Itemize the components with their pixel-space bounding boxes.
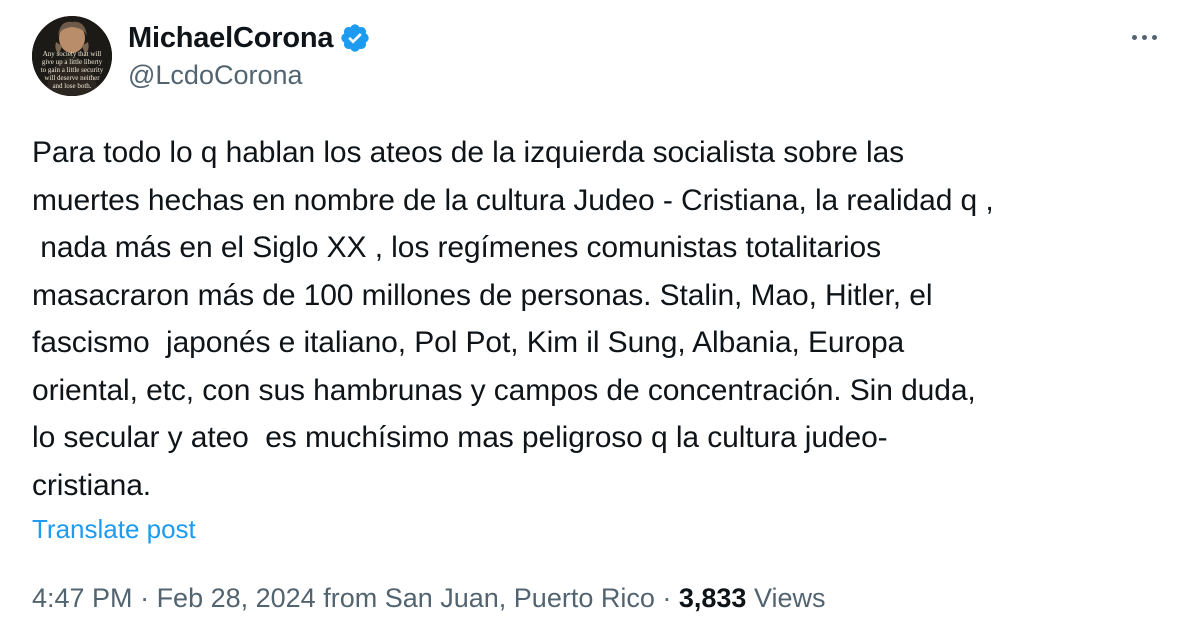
tweet-meta: 4:47 PM · Feb 28, 2024 from San Juan, Pu… [32,583,826,614]
meta-separator: · [132,583,157,613]
tweet-text-line: nada más en el Siglo XX , los regímenes … [32,231,882,264]
author-name-row: MichaelCorona [128,18,371,58]
tweet-text-line: fascismo japonés e italiano, Pol Pot, Ki… [32,326,905,359]
meta-separator: · [654,583,679,613]
views-count: 3,833 [678,583,747,613]
views-label: Views [746,583,826,613]
translate-post-link[interactable]: Translate post [32,514,196,545]
author-display-name[interactable]: MichaelCorona [128,22,333,55]
avatar-quote: Any society that will give up a little l… [40,50,104,90]
avatar[interactable]: Any society that will give up a little l… [32,16,112,96]
tweet-text-line: Para todo lo q hablan los ateos de la iz… [32,136,905,169]
tweet-text-line: oriental, etc, con sus hambrunas y campo… [32,373,976,407]
tweet-text: Para todo lo q hablan los ateos de la iz… [32,129,1162,509]
post-time[interactable]: 4:47 PM [32,583,133,613]
more-dot [1141,34,1147,40]
more-dot [1151,34,1157,40]
post-source: from San Juan, Puerto Rico [315,583,655,613]
more-dot [1131,34,1137,40]
author-handle[interactable]: @LcdoCorona [128,60,303,91]
tweet-text-line: lo secular y ateo es muchísimo mas pelig… [32,421,888,454]
tweet: Any society that will give up a little l… [0,0,1188,636]
post-date[interactable]: Feb 28, 2024 [157,583,316,613]
tweet-text-line: cristiana. [32,468,152,502]
tweet-text-line: masacraron más de 100 millones de person… [32,278,933,312]
tweet-text-line: muertes hechas en nombre de la cultura J… [32,183,994,217]
more-options-icon[interactable] [1124,22,1164,52]
verified-badge-icon[interactable] [339,22,371,54]
